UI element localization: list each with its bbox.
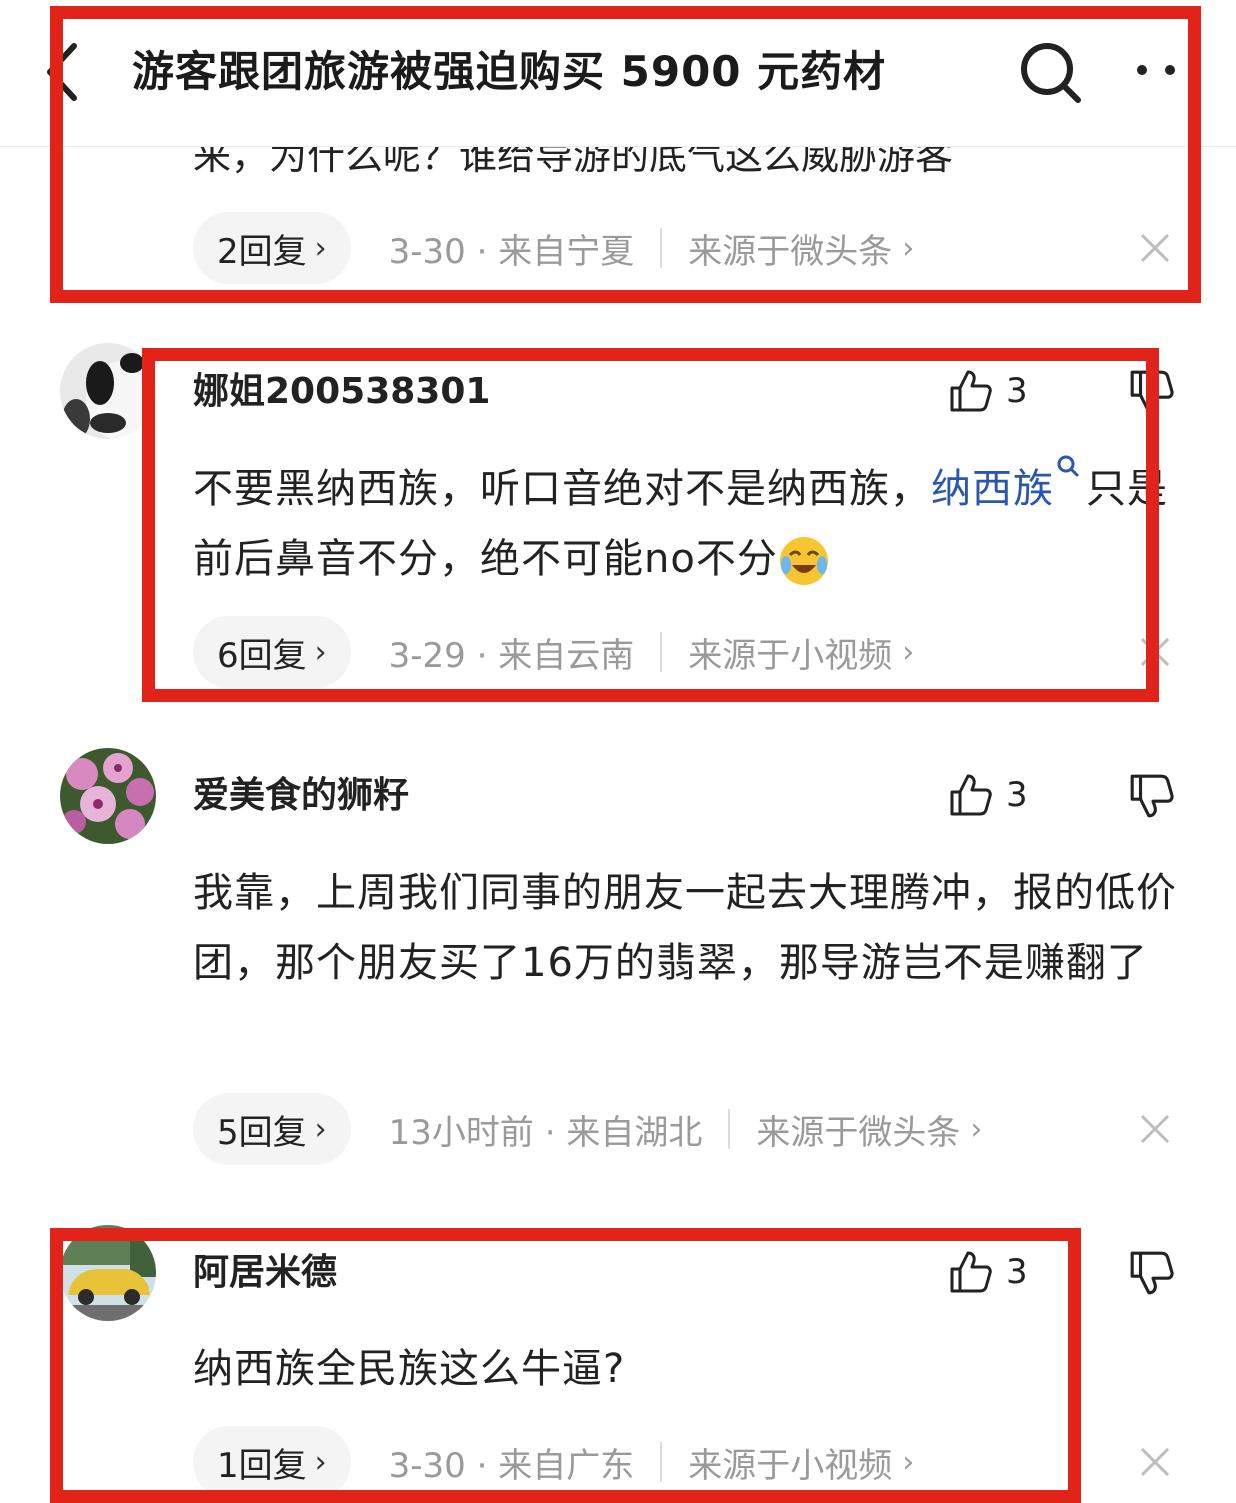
avatar[interactable]	[60, 748, 156, 844]
comment-text-part: 不要黑纳西族，听口音绝对不是纳西族，	[193, 466, 931, 512]
username[interactable]: 娜姐200538301	[193, 366, 490, 418]
comment-meta: 5回复 › 13小时前 · 来自湖北 来源于微头条 ›	[193, 1093, 982, 1165]
comment-text: 不要黑纳西族，听口音绝对不是纳西族，纳西族 只是前后鼻音不分，绝不可能no不分	[193, 454, 1168, 594]
thumbs-down-icon[interactable]	[1128, 1249, 1176, 1297]
avatar[interactable]	[60, 1225, 156, 1321]
comment-time-location: 3-30 · 来自宁夏	[388, 231, 635, 272]
thumbs-down-icon[interactable]	[1128, 772, 1176, 820]
thumbs-up-icon	[950, 1251, 992, 1293]
source-link[interactable]: 来源于小视频 ›	[688, 628, 914, 677]
close-icon[interactable]	[1138, 635, 1172, 669]
meta-divider	[660, 1442, 663, 1482]
replies-label: 1回复	[217, 1445, 307, 1486]
chevron-right-icon: ›	[902, 634, 915, 670]
source-link[interactable]: 来源于小视频 ›	[688, 1438, 914, 1487]
chevron-right-icon: ›	[970, 1111, 983, 1147]
close-icon[interactable]	[1138, 1445, 1172, 1479]
source-label: 来源于小视频	[688, 635, 893, 676]
top-bar: 游客跟团旅游被强迫购买 5900 元药材	[0, 0, 1236, 147]
replies-button[interactable]: 1回复 ›	[193, 1426, 351, 1498]
source-link[interactable]: 来源于微头条 ›	[688, 224, 914, 273]
replies-label: 5回复	[217, 1112, 307, 1153]
close-icon[interactable]	[1138, 231, 1172, 265]
like-count: 3	[1006, 775, 1028, 815]
replies-button[interactable]: 6回复 ›	[193, 616, 351, 688]
meta-divider	[660, 632, 663, 672]
chevron-right-icon: ›	[902, 1444, 915, 1480]
username[interactable]: 阿居米德	[193, 1247, 337, 1299]
chevron-right-icon: ›	[902, 230, 915, 266]
chevron-right-icon: ›	[314, 634, 327, 670]
like-button[interactable]: 3	[948, 1247, 1028, 1297]
like-button[interactable]: 3	[948, 366, 1028, 416]
replies-label: 6回复	[217, 635, 307, 676]
search-small-icon	[1057, 455, 1079, 477]
comment-meta: 1回复 › 3-30 · 来自广东 来源于小视频 ›	[193, 1426, 914, 1498]
replies-button[interactable]: 2回复 ›	[193, 212, 351, 284]
comment-time-location: 3-29 · 来自云南	[388, 635, 635, 676]
chevron-right-icon: ›	[314, 1444, 327, 1480]
like-count: 3	[1006, 371, 1028, 411]
username[interactable]: 爱美食的狮籽	[193, 770, 409, 822]
like-count: 3	[1006, 1252, 1028, 1292]
comment-time-location: 13小时前 · 来自湖北	[388, 1112, 703, 1153]
page-title: 游客跟团旅游被强迫购买 5900 元药材	[132, 47, 887, 96]
more-icon[interactable]	[1132, 58, 1182, 82]
back-arrow-icon[interactable]	[40, 40, 84, 104]
thumbs-down-icon[interactable]	[1128, 368, 1176, 416]
comment-time-location: 3-30 · 来自广东	[388, 1445, 635, 1486]
source-label: 来源于微头条	[688, 231, 893, 272]
thumbs-up-icon	[950, 774, 992, 816]
comment-meta: 6回复 › 3-29 · 来自云南 来源于小视频 ›	[193, 616, 914, 688]
source-link[interactable]: 来源于微头条 ›	[756, 1105, 982, 1154]
avatar[interactable]	[60, 343, 156, 439]
comment-meta: 2回复 › 3-30 · 来自宁夏 来源于微头条 ›	[193, 212, 914, 284]
source-label: 来源于微头条	[756, 1112, 961, 1153]
replies-label: 2回复	[217, 231, 307, 272]
like-button[interactable]: 3	[948, 770, 1028, 820]
laugh-cry-emoji-icon	[779, 537, 828, 585]
comment-text: 我靠，上周我们同事的朋友一起去大理腾冲，报的低价团，那个朋友买了16万的翡翠，那…	[193, 870, 1177, 986]
meta-divider	[728, 1109, 731, 1149]
source-label: 来源于小视频	[688, 1445, 893, 1486]
search-icon[interactable]	[1016, 38, 1084, 106]
chevron-right-icon: ›	[314, 1111, 327, 1147]
topic-link[interactable]: 纳西族	[931, 466, 1054, 512]
chevron-right-icon: ›	[314, 230, 327, 266]
comment-text: 纳西族全民族这么牛逼?	[193, 1346, 626, 1392]
close-icon[interactable]	[1138, 1112, 1172, 1146]
replies-button[interactable]: 5回复 ›	[193, 1093, 351, 1165]
thumbs-up-icon	[950, 370, 992, 412]
meta-divider	[660, 228, 663, 268]
